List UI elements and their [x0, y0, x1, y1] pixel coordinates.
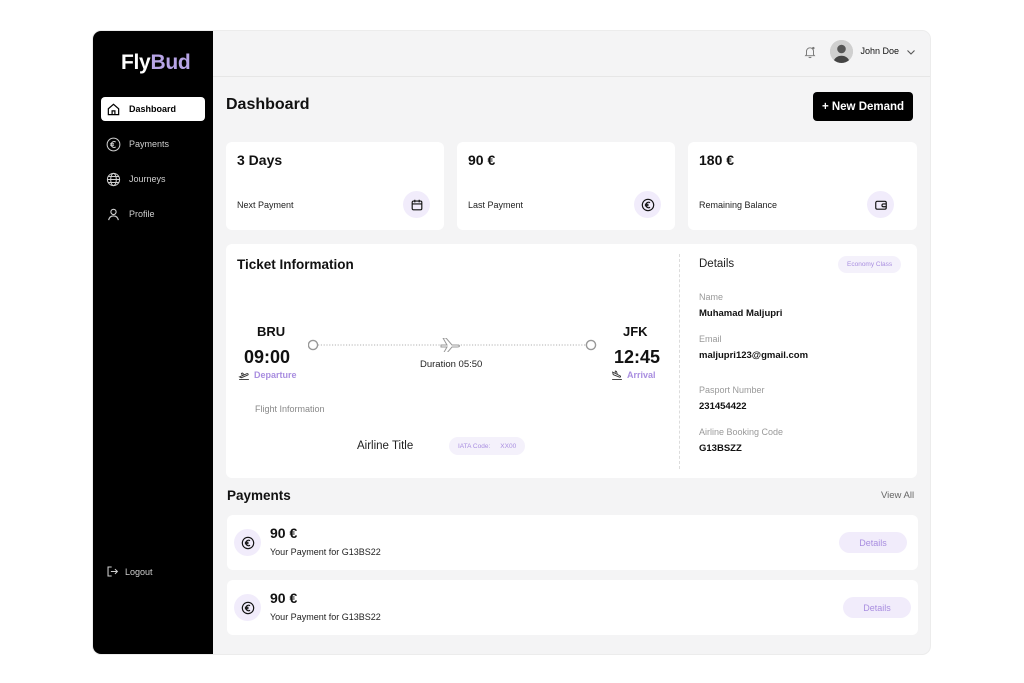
stat-label: Next Payment	[237, 200, 294, 210]
brand-logo[interactable]: FlyBud	[121, 51, 191, 75]
sidebar: FlyBud Dashboard Payments Journeys Profi…	[93, 31, 213, 654]
payment-amount: 90 €	[270, 590, 298, 606]
flight-information-label: Flight Information	[255, 404, 325, 414]
sidebar-item-label: Journeys	[129, 174, 166, 184]
euro-icon	[241, 536, 254, 549]
iata-code-badge: IATA Code: XX00	[449, 437, 526, 455]
ticket-card: Ticket Information BRU 09:00 Departure D…	[226, 244, 917, 478]
logout-button[interactable]: Logout	[106, 565, 153, 578]
brand-name-part2: Bud	[150, 51, 191, 74]
departure-label-text: Departure	[254, 370, 297, 380]
payment-item: 90 € Your Payment for G13BS22 Details	[227, 515, 918, 570]
stat-value: 180 €	[699, 152, 735, 168]
name-value: Muhamad Maljupri	[699, 308, 783, 319]
passport-value: 231454422	[699, 401, 747, 412]
view-all-link[interactable]: View All	[881, 490, 914, 501]
details-title: Details	[699, 258, 735, 270]
arrival-airport-code: JFK	[623, 324, 648, 339]
sidebar-item-label: Payments	[129, 139, 170, 149]
logout-icon	[107, 566, 119, 577]
sidebar-item-payments[interactable]: Payments	[101, 132, 205, 156]
iata-code-label: IATA Code:	[458, 442, 491, 450]
flight-duration: Duration 05:50	[420, 359, 483, 370]
stat-label: Remaining Balance	[699, 200, 778, 210]
details-divider	[679, 254, 680, 469]
sidebar-item-label: Dashboard	[129, 104, 177, 114]
payment-description: Your Payment for G13BS22	[270, 547, 381, 557]
home-icon	[107, 103, 120, 115]
payment-icon-badge	[234, 594, 261, 621]
payment-details-button[interactable]: Details	[843, 597, 911, 618]
new-demand-button[interactable]: + New Demand	[813, 92, 913, 121]
app-window: FlyBud Dashboard Payments Journeys Profi…	[93, 31, 930, 654]
email-label: Email	[699, 334, 722, 344]
sidebar-item-label: Profile	[129, 209, 155, 219]
avatar-image	[830, 40, 853, 63]
bell-icon[interactable]	[803, 45, 817, 59]
avatar[interactable]	[830, 40, 853, 63]
euro-icon	[641, 198, 654, 211]
stat-icon-badge	[634, 191, 661, 218]
stat-label: Last Payment	[468, 200, 524, 210]
stat-card-remaining-balance: 180 € Remaining Balance	[688, 142, 917, 230]
brand-name-part1: Fly	[121, 51, 151, 74]
payment-icon-badge	[234, 529, 261, 556]
stat-card-last-payment: 90 € Last Payment	[457, 142, 675, 230]
booking-code-label: Airline Booking Code	[699, 427, 784, 437]
payment-amount: 90 €	[270, 525, 298, 541]
top-bar: John Doe	[213, 31, 930, 77]
passport-label: Pasport Number	[699, 385, 765, 395]
user-icon	[108, 208, 119, 220]
stat-value: 3 Days	[237, 152, 283, 168]
globe-icon	[106, 172, 121, 186]
name-label: Name	[699, 292, 724, 302]
stat-value: 90 €	[468, 152, 496, 168]
payment-details-button[interactable]: Details	[839, 532, 907, 553]
stat-icon-badge	[867, 191, 894, 218]
arrival-label-text: Arrival	[627, 370, 656, 380]
payment-item: 90 € Your Payment for G13BS22 Details	[227, 580, 918, 635]
arrival-label: Arrival	[611, 369, 656, 381]
chevron-down-icon[interactable]	[906, 47, 916, 57]
departure-label: Departure	[238, 369, 297, 381]
ticket-title: Ticket Information	[237, 257, 354, 272]
stat-icon-badge	[403, 191, 430, 218]
wallet-icon	[874, 200, 887, 210]
sidebar-item-dashboard[interactable]: Dashboard	[101, 97, 205, 121]
payments-title: Payments	[227, 488, 291, 503]
payment-description: Your Payment for G13BS22	[270, 612, 381, 622]
plane-landing-icon	[611, 370, 622, 380]
email-value: maljupri123@gmail.com	[699, 350, 809, 361]
arrival-time: 12:45	[614, 347, 661, 367]
euro-icon	[241, 601, 254, 614]
departure-time: 09:00	[244, 347, 291, 367]
calendar-icon	[411, 199, 422, 210]
euro-icon	[106, 137, 121, 151]
logout-label: Logout	[125, 566, 153, 577]
sidebar-item-profile[interactable]: Profile	[101, 202, 205, 226]
flight-route	[308, 338, 597, 352]
sidebar-item-journeys[interactable]: Journeys	[101, 167, 205, 191]
airplane-icon	[440, 338, 461, 352]
page-title: Dashboard	[226, 96, 310, 113]
plane-takeoff-icon	[238, 372, 249, 380]
class-badge: Economy Class	[838, 256, 902, 273]
airline-title: Airline Title	[357, 440, 414, 452]
iata-code-value: XX00	[500, 442, 517, 450]
booking-code-value: G13BSZZ	[699, 443, 742, 454]
departure-airport-code: BRU	[257, 324, 286, 339]
stat-card-next-payment: 3 Days Next Payment	[226, 142, 444, 230]
user-name[interactable]: John Doe	[860, 46, 899, 56]
